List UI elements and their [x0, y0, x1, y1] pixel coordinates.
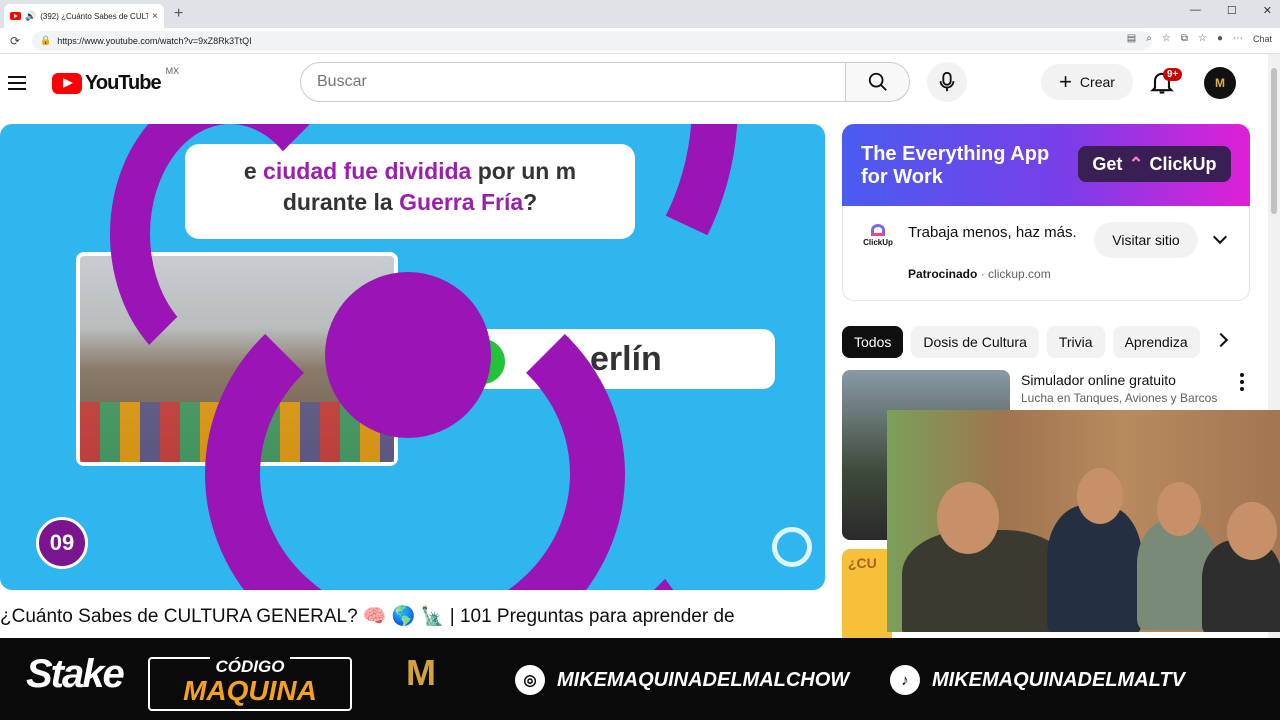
ad-get-button[interactable]: Get ⌃ ClickUp: [1078, 146, 1231, 182]
chip-trivia[interactable]: Trivia: [1046, 326, 1105, 358]
channel-watermark-icon: [772, 527, 812, 567]
guest-head: [1077, 468, 1123, 524]
ad-card: ClickUp Trabaja menos, haz más. Patrocin…: [842, 206, 1250, 301]
tab-close-button[interactable]: ×: [152, 11, 158, 22]
plus-icon: +: [1059, 69, 1072, 94]
stream-banner: Stake CÓDIGO MAQUINA M ◎ MIKEMAQUINADELM…: [0, 638, 1280, 720]
browser-toolbar-icons: ▤ ⌕ ☆ ⧉ ☆ ● ⋯ Chat: [1127, 33, 1272, 44]
video-title: ¿Cuánto Sabes de CULTURA GENERAL? 🧠 🌎 🗽 …: [0, 606, 735, 627]
recommendation-title[interactable]: Simulador online gratuito: [1021, 372, 1176, 388]
guest-head: [1157, 482, 1201, 536]
ad-brand-label: ClickUp: [1149, 153, 1217, 174]
user-avatar[interactable]: M: [1204, 67, 1236, 99]
maximize-button[interactable]: ☐: [1227, 4, 1237, 17]
youtube-favicon-icon: [10, 12, 21, 20]
question-number-badge: 09: [36, 517, 88, 569]
new-tab-button[interactable]: +: [174, 5, 183, 23]
visit-site-button[interactable]: Visitar sitio: [1094, 222, 1198, 258]
browser-tab-bar: 🔊 (392) ¿Cuánto Sabes de CULTUR × + — ☐ …: [0, 0, 1280, 28]
create-button[interactable]: + Crear: [1041, 64, 1133, 100]
streamer-head: [937, 482, 999, 554]
profile-icon[interactable]: ●: [1217, 33, 1223, 44]
scrollbar-thumb[interactable]: [1271, 68, 1277, 214]
chip-dosis-de-cultura[interactable]: Dosis de Cultura: [911, 326, 1039, 358]
close-window-button[interactable]: ✕: [1263, 4, 1272, 17]
ad-get-label: Get: [1092, 153, 1123, 174]
promo-code-box: CÓDIGO MAQUINA: [148, 657, 352, 711]
chat-button[interactable]: Chat: [1253, 34, 1272, 44]
browser-tab[interactable]: 🔊 (392) ¿Cuánto Sabes de CULTUR ×: [4, 4, 164, 28]
filter-chips: Todos Dosis de Cultura Trivia Aprendiza: [842, 326, 1222, 358]
create-label: Crear: [1079, 74, 1115, 90]
instagram-icon: ◎: [515, 665, 545, 695]
favorite-star-icon[interactable]: ☆: [1162, 33, 1171, 44]
guest-head: [1227, 502, 1277, 560]
reader-icon[interactable]: ▤: [1127, 33, 1136, 44]
lock-icon[interactable]: 🔒: [40, 35, 51, 46]
url-text: https://www.youtube.com/watch?v=9xZ8Rk3T…: [57, 35, 252, 46]
ad-headline: The Everything App for Work: [861, 143, 1050, 188]
purple-swirl-shape: [325, 272, 491, 438]
notification-badge: 9+: [1163, 68, 1183, 81]
tiktok-handle: ♪ MIKEMAQUINADELMALTV: [890, 665, 1185, 695]
sponsored-label: Patrocinado: [908, 267, 978, 281]
more-options-icon[interactable]: [1240, 373, 1244, 391]
instagram-handle: ◎ MIKEMAQUINADELMALCHOW: [515, 665, 849, 695]
stake-logo: Stake: [26, 652, 125, 696]
more-icon[interactable]: ⋯: [1233, 33, 1243, 44]
tab-title: (392) ¿Cuánto Sabes de CULTUR: [40, 11, 149, 21]
youtube-header: YouTube MX + Crear 9+ M: [0, 54, 1268, 112]
promo-code-label: CÓDIGO: [209, 657, 291, 677]
channel-logo: M: [406, 652, 436, 693]
chip-aprendizaje[interactable]: Aprendiza: [1112, 326, 1200, 358]
ad-banner[interactable]: The Everything App for Work Get ⌃ ClickUp: [842, 124, 1250, 206]
chip-todos[interactable]: Todos: [842, 326, 904, 358]
menu-icon[interactable]: [8, 76, 26, 90]
recommendation-subtitle: Lucha en Tanques, Aviones y Barcos: [1021, 391, 1218, 405]
minimize-button[interactable]: —: [1190, 4, 1201, 17]
url-field[interactable]: 🔒 https://www.youtube.com/watch?v=9xZ8Rk…: [32, 30, 1153, 51]
search-icon: [868, 72, 887, 91]
clickup-logo: ClickUp: [861, 224, 895, 247]
voice-search-button[interactable]: [927, 62, 967, 102]
clickup-icon: ⌃: [1128, 153, 1144, 174]
guest-person: [1047, 505, 1142, 632]
webcam-overlay: [887, 410, 1280, 632]
video-player[interactable]: e ciudad fue dividida por un m durante l…: [0, 124, 825, 590]
collections-icon[interactable]: ☆: [1198, 33, 1207, 44]
tiktok-icon: ♪: [890, 665, 920, 695]
search-input[interactable]: [317, 73, 845, 91]
youtube-play-icon: [52, 72, 82, 94]
youtube-logo[interactable]: YouTube MX: [52, 66, 179, 95]
promo-code-value: MAQUINA: [183, 675, 317, 706]
search-box: [300, 62, 846, 102]
address-bar-row: ⟳ 🔒 https://www.youtube.com/watch?v=9xZ8…: [0, 28, 1280, 54]
ad-domain: clickup.com: [988, 267, 1051, 281]
recommendation-thumbnail-2[interactable]: ¿CU: [842, 549, 892, 638]
search-button[interactable]: [846, 62, 910, 102]
extensions-icon[interactable]: ⧉: [1181, 33, 1188, 44]
zoom-icon[interactable]: ⌕: [1146, 33, 1152, 44]
reload-icon[interactable]: ⟳: [10, 34, 20, 48]
ad-meta: Patrocinado · clickup.com: [908, 267, 1051, 281]
ad-text: Trabaja menos, haz más.: [908, 224, 1077, 241]
region-code: MX: [165, 65, 180, 76]
speaker-icon[interactable]: 🔊: [25, 11, 36, 22]
purple-swirl-shape: [560, 124, 825, 590]
microphone-icon: [939, 71, 955, 92]
window-controls: — ☐ ✕: [1190, 4, 1272, 17]
chevron-down-icon[interactable]: [1212, 229, 1228, 245]
youtube-wordmark: YouTube: [85, 71, 162, 94]
